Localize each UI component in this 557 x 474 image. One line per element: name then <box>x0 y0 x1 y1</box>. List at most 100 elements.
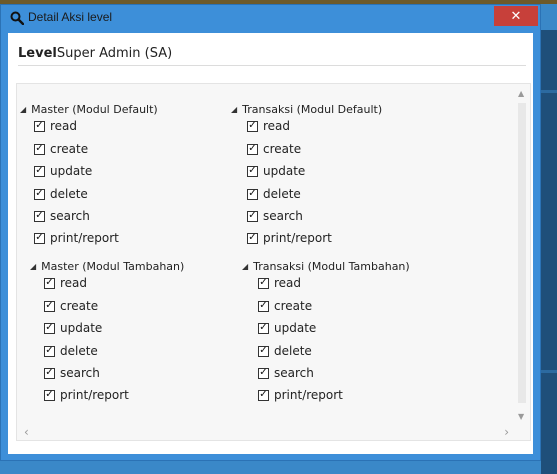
checkmark-icon: ✓ <box>259 389 268 400</box>
close-button[interactable]: ✕ <box>494 6 538 26</box>
checkbox[interactable]: ✓ <box>34 143 45 155</box>
checkmark-icon: ✓ <box>35 120 44 131</box>
group-header[interactable]: ◢ Transaksi (Modul Tambahan) <box>242 260 410 273</box>
scroll-right-icon[interactable]: › <box>504 425 509 439</box>
level-value: Super Admin (SA) <box>56 46 173 61</box>
permission-label: read <box>60 276 88 290</box>
collapse-triangle-icon[interactable]: ◢ <box>30 262 36 271</box>
checkbox[interactable]: ✓ <box>44 300 55 312</box>
permission-print-report[interactable]: ✓ print/report <box>44 386 129 404</box>
permission-label: search <box>50 209 90 223</box>
checkbox[interactable]: ✓ <box>247 210 258 222</box>
checkbox[interactable]: ✓ <box>247 232 258 244</box>
checkmark-icon: ✓ <box>259 322 268 333</box>
title-bar[interactable]: Detail Aksi level ✕ <box>1 5 540 31</box>
permission-update[interactable]: ✓ update <box>34 162 92 180</box>
checkbox[interactable]: ✓ <box>247 120 258 132</box>
permission-label: print/report <box>50 231 119 245</box>
permission-update[interactable]: ✓ update <box>258 319 316 337</box>
permission-delete[interactable]: ✓ delete <box>44 342 98 360</box>
group-header[interactable]: ◢ Transaksi (Modul Default) <box>231 103 382 116</box>
checkbox[interactable]: ✓ <box>247 188 258 200</box>
checkmark-icon: ✓ <box>259 300 268 311</box>
group-title: Master (Modul Tambahan) <box>41 260 185 273</box>
permission-search[interactable]: ✓ search <box>34 207 90 225</box>
permission-search[interactable]: ✓ search <box>247 207 303 225</box>
permission-delete[interactable]: ✓ delete <box>247 185 301 203</box>
permission-delete[interactable]: ✓ delete <box>34 185 88 203</box>
checkbox[interactable]: ✓ <box>258 277 269 289</box>
permission-label: search <box>263 209 303 223</box>
checkbox[interactable]: ✓ <box>247 143 258 155</box>
checkbox[interactable]: ✓ <box>34 120 45 132</box>
checkbox[interactable]: ✓ <box>44 389 55 401</box>
permission-label: search <box>274 366 314 380</box>
checkmark-icon: ✓ <box>35 210 44 221</box>
permission-label: create <box>263 142 302 156</box>
permission-label: update <box>60 321 103 335</box>
permission-read[interactable]: ✓ read <box>44 274 87 292</box>
level-row: LevelSuper Admin (SA) <box>18 46 172 61</box>
group-header[interactable]: ◢ Master (Modul Tambahan) <box>30 260 184 273</box>
checkbox[interactable]: ✓ <box>44 367 55 379</box>
checkmark-icon: ✓ <box>248 232 257 243</box>
checkmark-icon: ✓ <box>45 277 54 288</box>
checkbox[interactable]: ✓ <box>258 300 269 312</box>
permission-create[interactable]: ✓ create <box>34 140 88 158</box>
checkmark-icon: ✓ <box>35 232 44 243</box>
checkbox[interactable]: ✓ <box>258 367 269 379</box>
checkmark-icon: ✓ <box>35 188 44 199</box>
checkmark-icon: ✓ <box>35 165 44 176</box>
group-header[interactable]: ◢ Master (Modul Default) <box>20 103 158 116</box>
permission-update[interactable]: ✓ update <box>247 162 305 180</box>
checkbox[interactable]: ✓ <box>247 165 258 177</box>
permission-read[interactable]: ✓ read <box>247 117 290 135</box>
collapse-triangle-icon[interactable]: ◢ <box>231 105 237 114</box>
collapse-triangle-icon[interactable]: ◢ <box>242 262 248 271</box>
checkbox[interactable]: ✓ <box>258 345 269 357</box>
collapse-triangle-icon[interactable]: ◢ <box>20 105 26 114</box>
checkbox[interactable]: ✓ <box>258 322 269 334</box>
permission-delete[interactable]: ✓ delete <box>258 342 312 360</box>
permission-read[interactable]: ✓ read <box>34 117 77 135</box>
vertical-scrollbar[interactable]: ▲ ▼ <box>515 85 529 425</box>
permission-tree-panel[interactable]: ◢ Master (Modul Default) ✓ read ✓ create ✓ u… <box>16 83 531 441</box>
checkbox[interactable]: ✓ <box>44 345 55 357</box>
permission-create[interactable]: ✓ create <box>258 297 312 315</box>
level-label: Level <box>18 46 57 61</box>
permission-label: delete <box>274 344 312 358</box>
permission-search[interactable]: ✓ search <box>44 364 100 382</box>
permission-label: read <box>50 119 78 133</box>
permission-update[interactable]: ✓ update <box>44 319 102 337</box>
permission-print-report[interactable]: ✓ print/report <box>258 386 343 404</box>
checkmark-icon: ✓ <box>45 345 54 356</box>
checkbox[interactable]: ✓ <box>44 322 55 334</box>
close-icon: ✕ <box>510 8 522 24</box>
checkmark-icon: ✓ <box>248 210 257 221</box>
permission-print-report[interactable]: ✓ print/report <box>34 229 119 247</box>
checkmark-icon: ✓ <box>259 277 268 288</box>
scroll-left-icon[interactable]: ‹ <box>24 425 29 439</box>
permission-read[interactable]: ✓ read <box>258 274 301 292</box>
checkbox[interactable]: ✓ <box>44 277 55 289</box>
scroll-down-icon[interactable]: ▼ <box>518 412 524 421</box>
checkbox[interactable]: ✓ <box>34 232 45 244</box>
permission-label: print/report <box>263 231 332 245</box>
permission-label: update <box>50 164 93 178</box>
checkbox[interactable]: ✓ <box>34 188 45 200</box>
checkbox[interactable]: ✓ <box>34 210 45 222</box>
permission-create[interactable]: ✓ create <box>44 297 98 315</box>
permission-create[interactable]: ✓ create <box>247 140 301 158</box>
permission-label: delete <box>60 344 98 358</box>
group-title: Transaksi (Modul Tambahan) <box>253 260 410 273</box>
scroll-up-icon[interactable]: ▲ <box>518 89 524 98</box>
permission-print-report[interactable]: ✓ print/report <box>247 229 332 247</box>
permission-label: search <box>60 366 100 380</box>
checkbox[interactable]: ✓ <box>258 389 269 401</box>
permission-label: create <box>50 142 89 156</box>
horizontal-scrollbar[interactable]: ‹ › <box>18 425 515 439</box>
permission-search[interactable]: ✓ search <box>258 364 314 382</box>
scroll-thumb[interactable] <box>518 103 526 403</box>
checkbox[interactable]: ✓ <box>34 165 45 177</box>
checkmark-icon: ✓ <box>259 367 268 378</box>
